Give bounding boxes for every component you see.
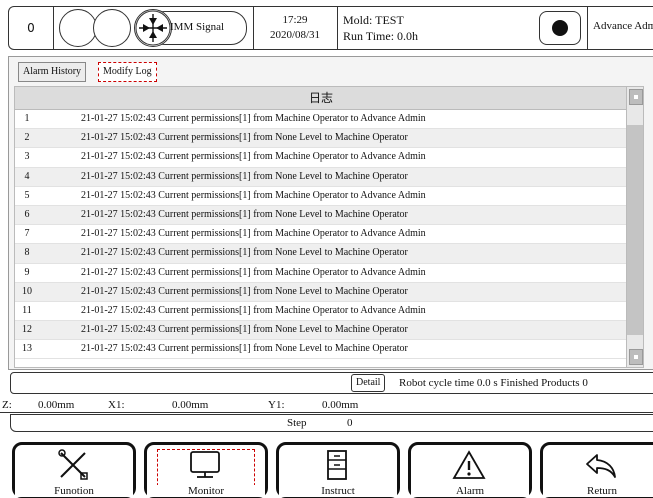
indicator-light-1 — [59, 9, 97, 47]
row-index: 6 — [24, 208, 30, 220]
user-level[interactable]: Advance Admi — [593, 20, 653, 32]
row-index: 1 — [24, 113, 30, 124]
table-row[interactable]: 9 21-01-27 15:02:43 Current permissions[1… — [15, 264, 627, 283]
mold-info: Mold: TEST Run Time: 0.0h — [343, 12, 418, 44]
row-index: 12 — [22, 324, 32, 336]
y1-label: Y1: — [268, 399, 285, 411]
row-log-text: 21-01-27 15:02:43 Current permissions[1]… — [81, 151, 426, 163]
nav-instruct-button[interactable]: Instruct — [276, 442, 400, 498]
table-row[interactable]: 5 21-01-27 15:02:43 Current permissions[1… — [15, 187, 627, 206]
cycle-status-bar: Detail Robot cycle time 0.0 s Finished P… — [10, 372, 653, 394]
row-log-text: 21-01-27 15:02:43 Current permissions[1]… — [81, 285, 408, 297]
divider — [587, 7, 588, 49]
nav-alarm-label: Alarm — [411, 485, 529, 497]
counter-display: 0 — [27, 21, 35, 35]
indicator-light-2 — [93, 9, 131, 47]
row-index: 8 — [24, 247, 30, 259]
divider — [253, 7, 254, 49]
nav-function-label: Funotion — [15, 485, 133, 497]
row-index: 9 — [24, 266, 30, 278]
nav-return-label: Return — [543, 485, 653, 497]
mold-name: Mold: TEST — [343, 13, 404, 27]
nav-instruct-label: Instruct — [279, 485, 397, 497]
row-log-text: 21-01-27 15:02:43 Current permissions[1]… — [81, 132, 408, 144]
top-status-bar: 0 IMM Signal 17:29 2020/08/31 Mold: TEST… — [8, 6, 653, 50]
nav-monitor-button[interactable]: Monitor — [144, 442, 268, 498]
row-index: 5 — [24, 189, 30, 201]
row-index: 13 — [22, 343, 32, 355]
y1-value: 0.00mm — [322, 399, 359, 411]
step-label: Step — [287, 417, 307, 429]
table-row[interactable]: 6 21-01-27 15:02:43 Current permissions[1… — [15, 205, 627, 226]
nav-monitor-label: Monitor — [147, 485, 265, 497]
row-log-text: 21-01-27 15:02:43 Current permissions[1]… — [81, 189, 426, 201]
table-header: 日志 — [15, 87, 627, 110]
cycle-message: Robot cycle time 0.0 s Finished Products… — [399, 377, 588, 389]
z-value: 0.00mm — [38, 399, 75, 411]
x1-label: X1: — [108, 399, 125, 411]
row-index: 4 — [24, 170, 30, 182]
tab-alarm-history[interactable]: Alarm History — [18, 62, 87, 82]
table-row[interactable]: 8 21-01-27 15:02:43 Current permissions[1… — [15, 244, 627, 264]
row-log-text: 21-01-27 15:02:43 Current permissions[1]… — [81, 324, 408, 336]
row-log-text: 21-01-27 15:02:43 Current permissions[1]… — [81, 343, 408, 355]
row-log-text: 21-01-27 15:02:43 Current permissions[1]… — [81, 170, 408, 182]
nav-return-button[interactable]: Return — [540, 442, 653, 498]
row-index: 7 — [24, 228, 30, 240]
monitor-icon — [190, 451, 220, 478]
clock-time: 17:29 — [282, 14, 308, 26]
record-button[interactable] — [539, 11, 581, 45]
axis-readout: Z: 0.00mm X1: 0.00mm Y1: 0.00mm — [0, 398, 653, 413]
row-index: 2 — [24, 132, 30, 144]
table-row[interactable]: 3 21-01-27 15:02:43 Current permissions[1… — [15, 148, 627, 168]
tools-icon — [58, 449, 88, 480]
warning-icon — [452, 450, 486, 479]
row-log-text: 21-01-27 15:02:43 Current permissions[1]… — [81, 208, 408, 220]
scroll-up-button[interactable] — [629, 89, 643, 105]
row-log-text: 21-01-27 15:02:43 Current permissions[1]… — [81, 228, 426, 240]
nav-function-button[interactable]: Funotion — [12, 442, 136, 498]
table-row[interactable]: 2 21-01-27 15:02:43 Current permissions[1… — [15, 129, 627, 149]
row-log-text: 21-01-27 15:02:43 Current permissions[1]… — [81, 113, 426, 124]
cabinet-icon — [327, 450, 347, 480]
row-index: 11 — [22, 304, 32, 316]
scroll-down-button[interactable] — [629, 349, 643, 365]
return-icon — [586, 454, 616, 478]
row-log-text: 21-01-27 15:02:43 Current permissions[1]… — [81, 247, 408, 259]
step-bar: Step 0 — [10, 414, 653, 432]
divider — [53, 7, 54, 49]
table-row[interactable]: 11 21-01-27 15:02:43 Current permissions[… — [15, 302, 627, 322]
table-row[interactable]: 7 21-01-27 15:02:43 Current permissions[1… — [15, 225, 627, 245]
clock: 17:29 2020/08/31 — [257, 13, 333, 43]
table-row[interactable]: 1 21-01-27 15:02:43 Current permissions[1… — [15, 110, 627, 130]
imm-signal-label: IMM Signal — [170, 21, 225, 33]
tab-modify-log[interactable]: Modify Log — [98, 62, 157, 82]
table-row[interactable]: 13 21-01-27 15:02:43 Current permissions[… — [15, 340, 627, 360]
clock-date: 2020/08/31 — [269, 29, 321, 41]
table-row[interactable]: 4 21-01-27 15:02:43 Current permissions[1… — [15, 167, 627, 187]
z-label: Z: — [2, 399, 12, 411]
signal-arrows-icon — [134, 9, 172, 47]
step-value: 0 — [347, 417, 353, 429]
table-body: 1 21-01-27 15:02:43 Current permissions[1… — [15, 110, 627, 360]
row-index: 3 — [24, 151, 30, 163]
row-log-text: 21-01-27 15:02:43 Current permissions[1]… — [81, 304, 426, 316]
detail-button[interactable]: Detail — [351, 374, 386, 392]
imm-signal-indicator[interactable]: IMM Signal — [134, 9, 247, 47]
row-log-text: 21-01-27 15:02:43 Current permissions[1]… — [81, 266, 426, 278]
run-time: Run Time: 0.0h — [343, 29, 419, 43]
scroll-thumb[interactable] — [627, 125, 643, 335]
x1-value: 0.00mm — [172, 399, 209, 411]
row-index: 10 — [22, 285, 32, 297]
log-table: 日志 1 21-01-27 15:02:43 Current permission… — [14, 86, 644, 368]
table-row[interactable]: 10 21-01-27 15:02:43 Current permissions[… — [15, 282, 627, 302]
table-row[interactable]: 12 21-01-27 15:02:43 Current permissions[… — [15, 321, 627, 341]
nav-alarm-button[interactable]: Alarm — [408, 442, 532, 498]
scrollbar[interactable] — [626, 87, 643, 367]
divider — [337, 7, 338, 49]
